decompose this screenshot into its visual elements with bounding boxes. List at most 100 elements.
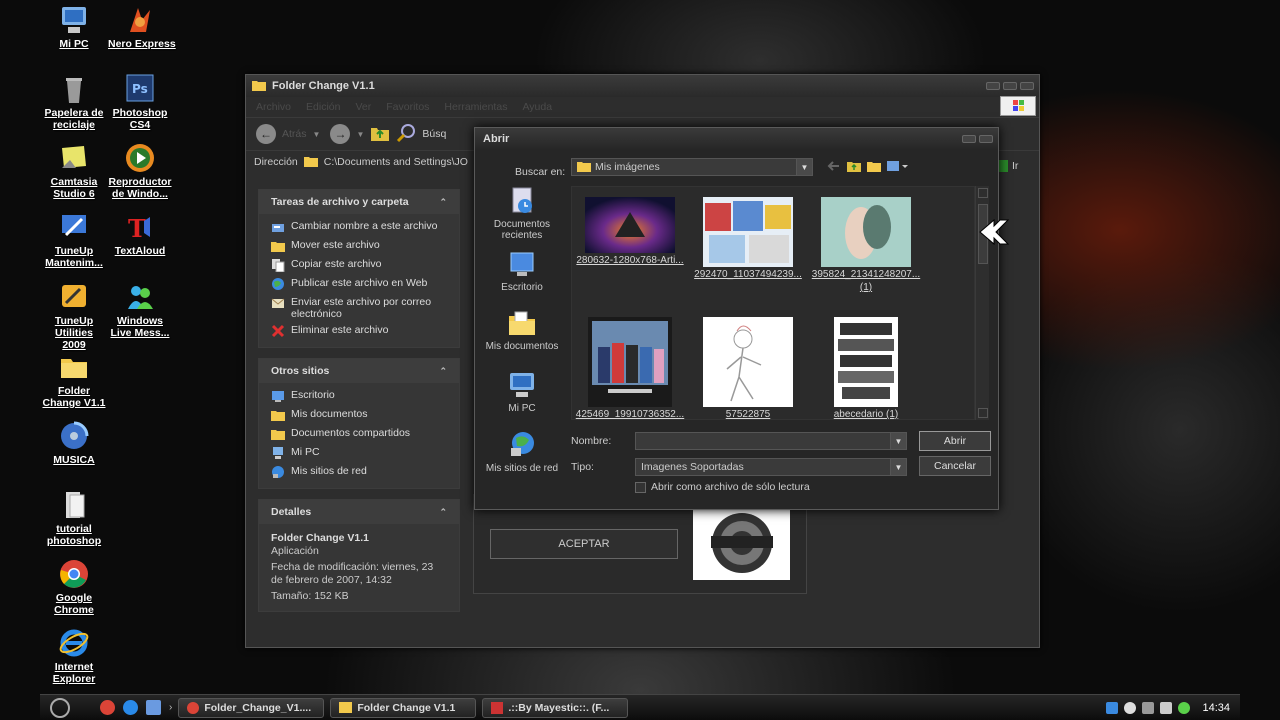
help-button[interactable] <box>962 135 976 143</box>
desktop-icon-tuneup-maintenance[interactable]: TuneUp Mantenim... <box>42 211 106 269</box>
back-icon[interactable] <box>827 160 841 175</box>
address-input[interactable]: C:\Documents and Settings\JO <box>324 156 468 168</box>
place-network[interactable]: Mis sitios de red <box>481 430 563 474</box>
tasks-header[interactable]: Tareas de archivo y carpeta ⌃ <box>259 190 459 214</box>
desktop-icon-photoshop[interactable]: Ps Photoshop CS4 <box>108 73 172 131</box>
task-rename[interactable]: Cambiar nombre a este archivo <box>259 218 459 237</box>
task-move[interactable]: Mover este archivo <box>259 237 459 256</box>
open-button[interactable]: Abrir <box>919 431 991 451</box>
desktop-icon-recycle-bin[interactable]: Papelera de reciclaje <box>42 73 106 131</box>
file-item[interactable]: 425469_19910736352... <box>572 317 688 419</box>
chevron-right-icon[interactable]: › <box>169 702 172 713</box>
close-button[interactable] <box>979 135 993 143</box>
other-places-title: Otros sitios <box>271 365 330 377</box>
volume-icon[interactable] <box>1160 701 1173 714</box>
dialog-titlebar[interactable]: Abrir <box>475 128 998 150</box>
place-my-computer[interactable]: Mi PC <box>481 370 563 414</box>
desktop-icon-folder-change[interactable]: Folder Change V1.1 <box>42 351 106 409</box>
readonly-checkbox[interactable]: Abrir como archivo de sólo lectura <box>635 481 810 493</box>
desktop-icon-camtasia[interactable]: Camtasia Studio 6 <box>42 142 106 200</box>
search-label[interactable]: Búsq <box>422 128 446 140</box>
place-recent-documents[interactable]: Documentos recientes <box>481 186 563 241</box>
scroll-up-button[interactable] <box>978 188 988 198</box>
minimize-button[interactable] <box>986 82 1000 90</box>
menu-archivo[interactable]: Archivo <box>256 101 291 113</box>
look-in-dropdown[interactable]: Mis imágenes ▼ <box>571 158 813 176</box>
collapse-icon[interactable]: ⌃ <box>439 366 447 377</box>
search-icon[interactable] <box>396 123 416 146</box>
scroll-down-button[interactable] <box>978 408 988 418</box>
mouse-cursor-icon <box>978 218 1012 249</box>
collapse-icon[interactable]: ⌃ <box>439 197 447 208</box>
details-header[interactable]: Detalles ⌃ <box>259 500 459 524</box>
menu-edicion[interactable]: Edición <box>306 101 340 113</box>
tray-app-icon[interactable] <box>1106 701 1119 714</box>
go-button[interactable]: Ir <box>998 160 1018 172</box>
cancel-button[interactable]: Cancelar <box>919 456 991 476</box>
chrome-icon[interactable] <box>100 700 115 715</box>
back-button[interactable]: ← <box>256 124 276 144</box>
task-copy[interactable]: Copiar este archivo <box>259 256 459 275</box>
new-folder-icon[interactable] <box>867 160 881 175</box>
taskbar-button-app[interactable]: .::By Mayestic::. (F... <box>482 697 629 718</box>
desktop-icon-media-player[interactable]: Reproductor de Windo... <box>108 142 172 200</box>
place-my-documents[interactable]: Mis documentos <box>481 308 563 352</box>
file-item[interactable]: abecedario (1) <box>808 317 924 419</box>
open-dialog: Abrir Buscar en: Mis imágenes ▼ Document… <box>474 127 999 510</box>
messenger-icon[interactable] <box>1178 701 1191 714</box>
chevron-down-icon[interactable]: ▼ <box>356 130 364 139</box>
internet-explorer-icon[interactable] <box>123 700 138 715</box>
menu-herramientas[interactable]: Herramientas <box>444 101 507 113</box>
collapse-icon[interactable]: ⌃ <box>439 507 447 518</box>
file-item[interactable]: 395824_21341248207... (1) <box>808 197 924 293</box>
desktop-icon-my-computer[interactable]: Mi PC <box>42 4 106 50</box>
place-label: Mi PC <box>291 446 320 458</box>
taskbar-button-chrome[interactable]: Folder_Change_V1.... <box>178 697 325 718</box>
desktop-icon-tutorial-photoshop[interactable]: tutorial photoshop <box>42 489 106 547</box>
desktop-icon-live-messenger[interactable]: Windows Live Mess... <box>108 281 172 339</box>
place-shared-documents[interactable]: Documentos compartidos <box>259 425 459 444</box>
file-item[interactable]: 292470_11037494239... <box>690 197 806 280</box>
menu-ayuda[interactable]: Ayuda <box>522 101 552 113</box>
place-desktop[interactable]: Escritorio <box>259 387 459 406</box>
other-places-header[interactable]: Otros sitios ⌃ <box>259 359 459 383</box>
up-folder-icon[interactable] <box>847 160 861 175</box>
tray-icon[interactable] <box>1142 701 1155 714</box>
taskbar-button-folder-change[interactable]: Folder Change V1.1 <box>330 697 477 718</box>
place-my-computer[interactable]: Mi PC <box>259 444 459 463</box>
forward-button[interactable]: → <box>330 124 351 144</box>
file-item[interactable]: 280632-1280x768-Arti... <box>572 197 688 266</box>
desktop-icon-nero[interactable]: Nero Express <box>108 4 176 50</box>
desktop-icon-textaloud[interactable]: T TextAloud <box>108 211 172 257</box>
explorer-titlebar[interactable]: Folder Change V1.1 <box>246 75 1039 97</box>
move-icon <box>271 239 285 253</box>
view-menu-icon[interactable] <box>887 160 909 175</box>
desktop-icon-chrome[interactable]: Google Chrome <box>42 558 106 616</box>
desktop-icon-internet-explorer[interactable]: Internet Explorer <box>42 627 106 685</box>
network-icon[interactable] <box>1124 701 1137 714</box>
desktop-icon-label: MUSICA <box>53 454 95 466</box>
task-delete[interactable]: Eliminar este archivo <box>259 322 459 341</box>
place-desktop[interactable]: Escritorio <box>481 249 563 293</box>
place-my-documents[interactable]: Mis documentos <box>259 406 459 425</box>
chrome-icon <box>187 701 200 714</box>
menu-favoritos[interactable]: Favoritos <box>386 101 429 113</box>
up-folder-icon[interactable] <box>370 124 390 145</box>
file-item[interactable]: 57522875 <box>690 317 806 419</box>
place-network[interactable]: Mis sitios de red <box>259 463 459 482</box>
desktop-icon-tuneup-utilities[interactable]: TuneUp Utilities 2009 <box>42 281 106 351</box>
task-email[interactable]: Enviar este archivo por correo electróni… <box>259 294 459 322</box>
chevron-down-icon[interactable]: ▼ <box>313 130 321 139</box>
accept-button[interactable]: ACEPTAR <box>490 529 678 559</box>
file-type-dropdown[interactable]: Imagenes Soportadas ▼ <box>635 458 907 476</box>
task-publish[interactable]: Publicar este archivo en Web <box>259 275 459 294</box>
menu-ver[interactable]: Ver <box>355 101 371 113</box>
start-button[interactable] <box>50 697 70 718</box>
name-input[interactable]: ▼ <box>635 432 907 450</box>
clock[interactable]: 14:34 <box>1202 702 1230 714</box>
close-button[interactable] <box>1020 82 1034 90</box>
checkbox-box[interactable] <box>635 481 646 493</box>
maximize-button[interactable] <box>1003 82 1017 90</box>
show-desktop-icon[interactable] <box>146 700 161 715</box>
desktop-icon-musica[interactable]: MUSICA <box>42 420 106 466</box>
